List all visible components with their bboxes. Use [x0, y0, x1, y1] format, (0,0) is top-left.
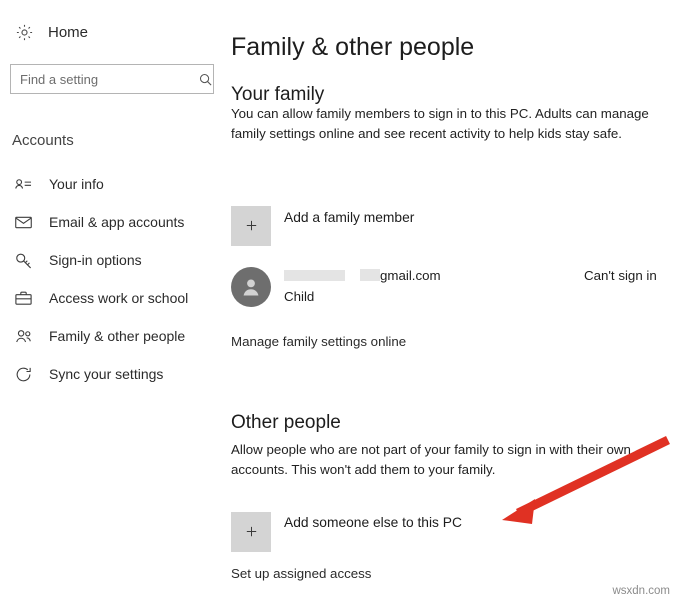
sidebar-item-label: Family & other people [49, 328, 186, 344]
page-title: Family & other people [231, 32, 475, 61]
people-icon [12, 325, 34, 347]
add-family-member-button[interactable] [231, 206, 271, 246]
sync-icon [12, 363, 34, 385]
account-status: Can't sign in [584, 268, 657, 283]
avatar [231, 267, 271, 307]
set-up-assigned-access-link[interactable]: Set up assigned access [231, 566, 371, 581]
account-email-redacted [360, 269, 380, 281]
watermark: wsxdn.com [612, 585, 670, 597]
sidebar-item-access-work-or-school[interactable]: Access work or school [0, 279, 218, 317]
search-icon[interactable] [198, 65, 213, 93]
sidebar-item-family-other-people[interactable]: Family & other people [0, 317, 218, 355]
search-input[interactable] [11, 65, 198, 93]
plus-icon [244, 521, 259, 543]
manage-family-settings-link[interactable]: Manage family settings online [231, 334, 406, 349]
briefcase-icon [12, 287, 34, 309]
sidebar-item-your-info[interactable]: Your info [0, 165, 218, 203]
sidebar: Home Accounts You [0, 0, 218, 602]
sidebar-item-home[interactable]: Home [10, 18, 88, 46]
add-someone-else-button[interactable] [231, 512, 271, 552]
settings-window: Home Accounts You [0, 0, 678, 602]
envelope-icon [12, 211, 34, 233]
sidebar-nav-list: Your info Email & app accounts Sign-in o… [0, 165, 218, 393]
your-family-description: You can allow family members to sign in … [231, 106, 649, 141]
main-content: Family & other people Your family You ca… [218, 0, 678, 602]
sidebar-item-label: Your info [49, 176, 104, 192]
search-box[interactable] [10, 64, 214, 94]
add-someone-else-label: Add someone else to this PC [284, 515, 462, 530]
key-icon [12, 249, 34, 271]
sidebar-item-label: Email & app accounts [49, 214, 185, 230]
sidebar-item-email-app-accounts[interactable]: Email & app accounts [0, 203, 218, 241]
person-badge-icon [12, 173, 34, 195]
add-family-member-label: Add a family member [284, 210, 415, 225]
sidebar-item-label: Access work or school [49, 290, 189, 306]
gear-icon [10, 18, 38, 46]
account-email: gmail.com [380, 268, 441, 283]
plus-icon [244, 215, 259, 237]
sidebar-item-label: Sync your settings [49, 366, 164, 382]
other-people-heading: Other people [231, 411, 341, 433]
sidebar-home-label: Home [48, 23, 89, 41]
sidebar-item-sync-your-settings[interactable]: Sync your settings [0, 355, 218, 393]
account-role: Child [284, 289, 315, 304]
other-people-description: Allow people who are not part of your fa… [231, 442, 631, 477]
your-family-heading: Your family [231, 83, 325, 105]
account-name-redacted [284, 270, 345, 281]
sidebar-item-label: Sign-in options [49, 252, 142, 268]
sidebar-section-title: Accounts [12, 132, 74, 149]
sidebar-item-sign-in-options[interactable]: Sign-in options [0, 241, 218, 279]
